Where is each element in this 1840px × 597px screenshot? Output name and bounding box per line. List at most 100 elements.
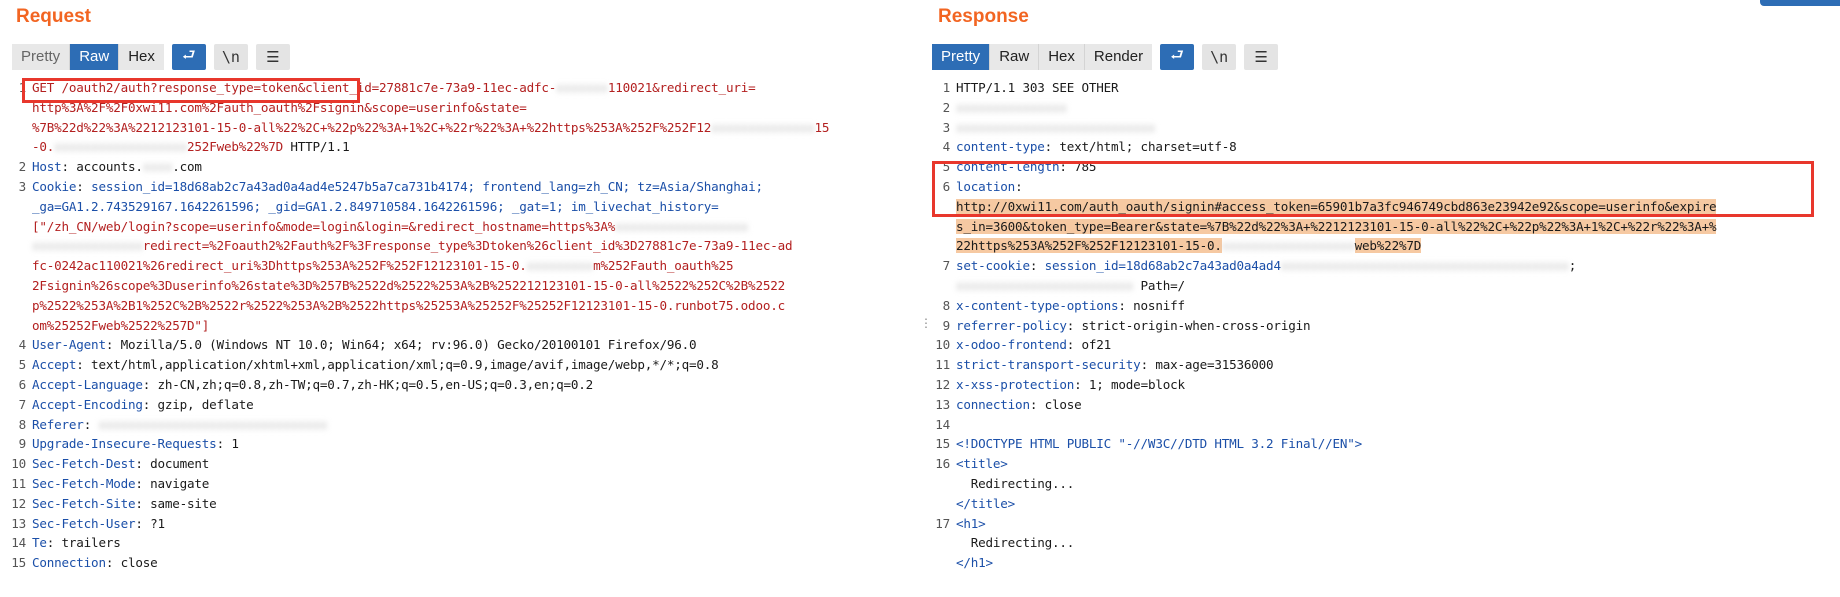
- request-hex-button[interactable]: Hex: [119, 44, 164, 70]
- code-token: : text/html; charset=utf-8: [1044, 139, 1237, 155]
- code-token: Accept: [32, 357, 77, 373]
- line-content: </title>: [956, 494, 1015, 514]
- request-wrap-toggle[interactable]: ⮐: [171, 44, 206, 70]
- code-line: 8 x-content-type-options: nosniff: [932, 296, 1840, 316]
- code-line: 4 User-Agent: Mozilla/5.0 (Windows NT 10.…: [8, 335, 914, 355]
- line-content: xxxxxxxxxxxxxxxxxxxxxxxx Path=/: [956, 276, 1185, 296]
- request-view-mode: Pretty Raw Hex: [12, 44, 164, 70]
- line-number: [8, 276, 32, 296]
- code-token: content-type: [956, 139, 1045, 155]
- code-line: 10 x-odoo-frontend: of21: [932, 335, 1840, 355]
- request-menu-button[interactable]: ☰: [255, 44, 290, 70]
- line-number: 14: [935, 416, 950, 432]
- redacted-text: xxxxxxxxxxxxxxxxxxxxxxxx: [956, 277, 1134, 293]
- redacted-text: xxxxxxxxxxxxxxx: [32, 238, 143, 254]
- redacted-text: xxxxxxxxx: [526, 258, 594, 274]
- line-content: Cookie: session_id=18d68ab2c7a43ad0a4ad4…: [32, 177, 763, 197]
- line-content: ["/zh_CN/web/login?scope=userinfo&mode=l…: [32, 217, 748, 237]
- code-token: session_id=18d68ab2c7a43ad0a4ad4: [1044, 258, 1281, 274]
- code-token: _ga=GA1.2.743529167.1642261596; _gid=GA1…: [32, 198, 719, 214]
- code-token: HTTP/1.1: [283, 139, 350, 155]
- code-line: 2 Host: accounts.xxxx.com: [8, 157, 914, 177]
- line-number: 11: [935, 357, 950, 373]
- code-line: 16 <title>: [932, 454, 1840, 474]
- code-token: x-content-type-options: [956, 297, 1119, 313]
- code-token: : accounts.: [61, 159, 143, 175]
- resize-grip-icon[interactable]: ⋮: [920, 316, 932, 330]
- line-content: x-xss-protection: 1; mode=block: [956, 375, 1185, 395]
- line-number: 8: [942, 297, 951, 313]
- code-token: 22https%253A%252F%252F12123101-15-0.: [956, 238, 1222, 254]
- code-line: 15 <!DOCTYPE HTML PUBLIC "-//W3C//DTD HTM…: [932, 434, 1840, 454]
- line-number: 10: [935, 337, 950, 353]
- code-line: fc-0242ac110021%26redirect_uri%3Dhttps%2…: [8, 256, 914, 276]
- code-token: Accept-Encoding: [32, 396, 143, 412]
- code-token: x-odoo-frontend: [956, 337, 1067, 353]
- redacted-text: xxxxxxxxxxxxxxxxxx: [1221, 238, 1355, 254]
- line-content: Sec-Fetch-Site: same-site: [32, 494, 217, 514]
- line-content: -0.xxxxxxxxxxxxxxxxxx252Fweb%22%7D HTTP/…: [32, 137, 350, 157]
- line-content: Accept-Language: zh-CN,zh;q=0.8,zh-TW;q=…: [32, 375, 593, 395]
- line-number: [932, 533, 956, 553]
- response-editor[interactable]: 1 HTTP/1.1 303 SEE OTHER 2 xxxxxxxxxxxxxxx 3…: [932, 78, 1840, 597]
- code-line: 9 Upgrade-Insecure-Requests: 1: [8, 434, 914, 454]
- code-token: ["/zh_CN/web/login?scope=userinfo&mode=l…: [32, 218, 616, 234]
- code-token: Host: [32, 159, 62, 175]
- request-pretty-button[interactable]: Pretty: [12, 44, 71, 70]
- line-content: Accept-Encoding: gzip, deflate: [32, 395, 254, 415]
- code-token: Upgrade-Insecure-Requests: [32, 436, 217, 452]
- redacted-text: xxxx: [142, 159, 173, 175]
- line-number: 3: [18, 178, 27, 194]
- line-number: [8, 256, 32, 276]
- response-render-button[interactable]: Render: [1084, 44, 1153, 70]
- response-hex-button[interactable]: Hex: [1039, 44, 1085, 70]
- code-line: 11 Sec-Fetch-Mode: navigate: [8, 474, 914, 494]
- code-token: : Mozilla/5.0 (Windows NT 10.0; Win64; x…: [105, 337, 697, 353]
- response-pretty-button[interactable]: Pretty: [932, 44, 991, 70]
- request-panel: Request Pretty Raw Hex ⮐ \n ☰ 1 GET /oaut…: [0, 0, 914, 597]
- code-line: Redirecting...: [932, 474, 1840, 494]
- response-panel: Response Pretty Raw Hex Render ⮐ \n ☰ 1H…: [926, 0, 1840, 597]
- line-content: s_in=3600&token_type=Bearer&state=%7B%22…: [956, 217, 1717, 237]
- code-line: 13 connection: close: [932, 395, 1840, 415]
- code-token: Redirecting...: [956, 535, 1075, 551]
- response-menu-button[interactable]: ☰: [1244, 44, 1279, 70]
- response-raw-button[interactable]: Raw: [990, 44, 1040, 70]
- code-token: set-cookie: [956, 258, 1030, 274]
- panel-divider[interactable]: [916, 0, 924, 597]
- code-line: 22https%253A%252F%252F12123101-15-0.xxxx…: [932, 236, 1840, 256]
- request-newline-toggle[interactable]: \n: [213, 44, 248, 70]
- code-line: </title>: [932, 494, 1840, 514]
- request-editor[interactable]: 1 GET /oauth2/auth?response_type=token&cl…: [8, 78, 914, 597]
- line-content: xxxxxxxxxxxxxxxredirect=%2Foauth2%2Fauth…: [32, 236, 793, 256]
- code-token: session_id=18d68ab2c7a43ad0a4ad4e5247b5a…: [91, 178, 763, 194]
- code-line: 5 Accept: text/html,application/xhtml+xml…: [8, 355, 914, 375]
- line-content: Upgrade-Insecure-Requests: 1: [32, 434, 239, 454]
- line-number: 12: [935, 376, 950, 392]
- code-line: 8 Referer: xxxxxxxxxxxxxxxxxxxxxxxxxxxxxx…: [8, 415, 914, 435]
- line-content: Sec-Fetch-Dest: document: [32, 454, 209, 474]
- line-content: x-content-type-options: nosniff: [956, 296, 1185, 316]
- line-number: 9: [942, 317, 951, 333]
- code-line: </h1>: [932, 553, 1840, 573]
- code-line: _ga=GA1.2.743529167.1642261596; _gid=GA1…: [8, 197, 914, 217]
- line-content: p%2522%253A%2B1%252C%2B%2522r%2522%253A%…: [32, 296, 785, 316]
- line-number: 12: [11, 495, 26, 511]
- corner-tab[interactable]: [1760, 0, 1840, 6]
- request-raw-button[interactable]: Raw: [70, 44, 120, 70]
- line-number: [8, 217, 32, 237]
- wrap-lines-icon: ⮐: [1170, 45, 1184, 64]
- response-newline-toggle[interactable]: \n: [1202, 44, 1237, 70]
- line-number: 15: [935, 436, 950, 452]
- code-line: om%25252Fweb%2522%257D"]: [8, 316, 914, 336]
- response-toolbar: Pretty Raw Hex Render ⮐ \n ☰: [932, 44, 1279, 70]
- line-number: 17: [935, 515, 950, 531]
- code-token: connection: [956, 396, 1030, 412]
- code-token: : zh-CN,zh;q=0.8,zh-TW;q=0.7,zh-HK;q=0.5…: [142, 376, 594, 392]
- code-token: 15: [814, 119, 830, 135]
- response-wrap-toggle[interactable]: ⮐: [1160, 44, 1195, 70]
- line-number: 4: [18, 337, 27, 353]
- code-token: Path=/: [1133, 277, 1186, 293]
- code-token: %7B%22d%22%3A%2212123101-15-0-all%22%2C+…: [32, 119, 712, 135]
- code-token: om%25252Fweb%2522%257D"]: [32, 317, 210, 333]
